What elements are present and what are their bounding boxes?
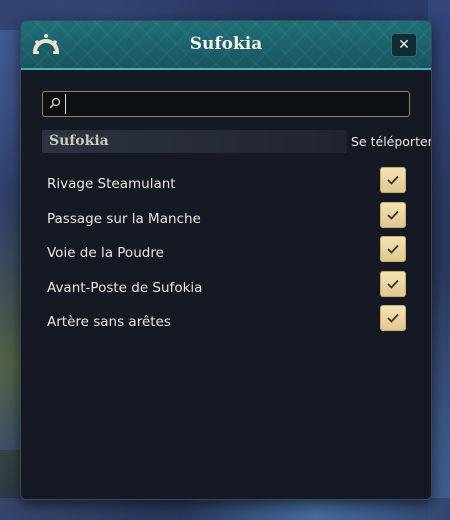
teleport-column-header: Se téléporter (351, 134, 432, 149)
search-icon (49, 97, 61, 109)
list-item[interactable]: Passage sur la Manche (21, 201, 431, 237)
teleport-button[interactable] (380, 167, 406, 193)
checkmark-icon (387, 210, 399, 220)
close-icon: ✕ (398, 37, 410, 53)
destination-label: Artère sans arêtes (47, 314, 171, 330)
teleport-button[interactable] (380, 270, 406, 297)
teleport-button[interactable] (380, 236, 406, 262)
teleport-button[interactable] (380, 201, 406, 228)
list-item[interactable]: Rivage Steamulant (21, 167, 431, 202)
destination-list: Rivage Steamulant Passage sur la Manche … (21, 167, 431, 340)
destination-label: Avant-Poste de Sufokia (47, 279, 203, 296)
window-title: Sufokia (189, 34, 263, 54)
search-input[interactable] (65, 94, 404, 114)
destination-label: Voie de la Poudre (47, 245, 164, 261)
search-box[interactable] (42, 91, 410, 117)
teleport-button[interactable] (380, 305, 406, 331)
list-item[interactable]: Artère sans arêtes (21, 305, 431, 340)
close-button[interactable]: ✕ (391, 33, 417, 57)
destination-label: Rivage Steamulant (47, 176, 176, 192)
checkmark-icon (387, 279, 399, 289)
list-item[interactable]: Avant-Poste de Sufokia (21, 270, 431, 306)
zaap-window: Sufokia ✕ Sufokia Se téléporter Rivage S… (20, 20, 432, 500)
destination-label: Passage sur la Manche (47, 210, 201, 227)
region-header[interactable]: Sufokia (42, 130, 347, 153)
background-map-bottom (0, 498, 450, 520)
window-titlebar: Sufokia ✕ (21, 21, 431, 70)
window-content: Sufokia Se téléporter Rivage Steamulant … (21, 70, 431, 499)
checkmark-icon (387, 175, 399, 185)
checkmark-icon (387, 244, 399, 254)
list-item[interactable]: Voie de la Poudre (21, 236, 431, 271)
region-name: Sufokia (49, 133, 109, 149)
checkmark-icon (387, 313, 399, 323)
